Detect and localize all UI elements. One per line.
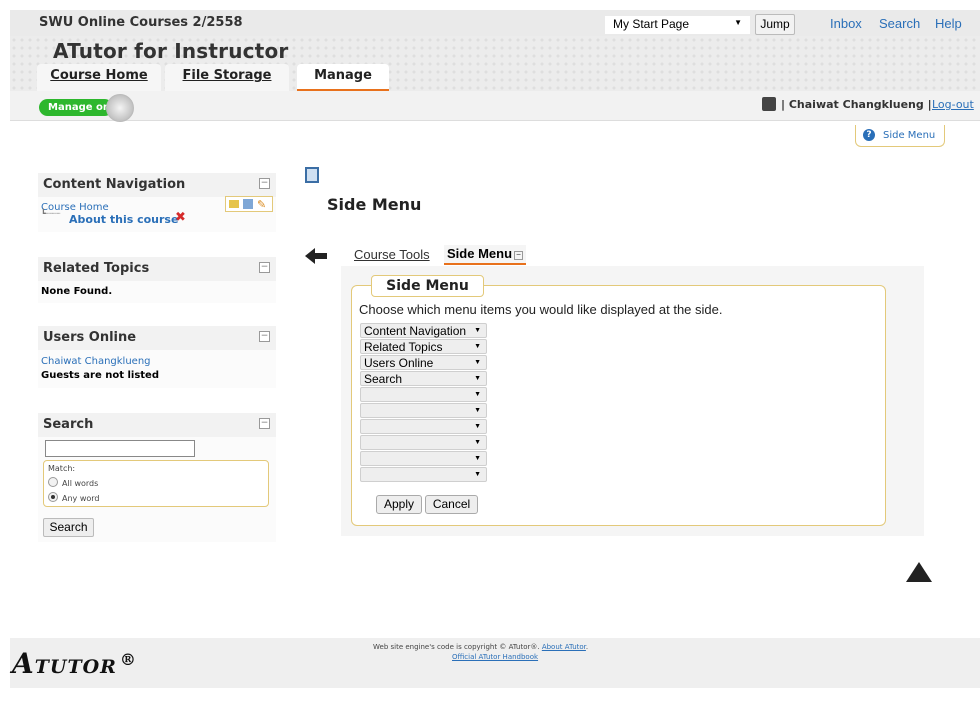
chevron-down-icon: ▼ bbox=[474, 455, 481, 462]
match-fieldset: Match: All words Any word bbox=[43, 460, 269, 507]
footer-copyright: Web site engine's code is copyright © AT… bbox=[373, 643, 589, 651]
minimize-icon[interactable]: − bbox=[514, 251, 524, 260]
minimize-icon[interactable]: − bbox=[259, 331, 270, 342]
chevron-down-icon: ▼ bbox=[474, 375, 481, 382]
side-menu-tab-label: Side Menu bbox=[883, 130, 936, 141]
search-title: Search bbox=[43, 417, 94, 432]
match-label: Match: bbox=[48, 464, 76, 473]
manage-toggle[interactable]: Manage on bbox=[39, 99, 113, 116]
side-menu-select-5[interactable]: ▼ bbox=[360, 387, 487, 402]
tab-course-tools[interactable]: Course Tools bbox=[354, 247, 430, 262]
preferences-icon[interactable] bbox=[762, 97, 776, 111]
tab-course-home[interactable]: Course Home bbox=[37, 64, 161, 91]
tab-side-menu-label: Side Menu bbox=[447, 246, 513, 261]
side-menu-select-3[interactable]: Users Online ▼ bbox=[360, 355, 487, 370]
chevron-down-icon: ▼ bbox=[474, 439, 481, 446]
atutor-logo: ATUTOR ® bbox=[12, 647, 137, 680]
side-menu-select-10[interactable]: ▼ bbox=[360, 467, 487, 482]
related-topics-title: Related Topics bbox=[43, 261, 150, 276]
handbook-link[interactable]: Official ATutor Handbook bbox=[452, 653, 538, 661]
content-edit-toolbar: ✎ bbox=[225, 196, 273, 212]
about-atutor-link[interactable]: About ATutor bbox=[542, 643, 586, 651]
apply-button[interactable]: Apply bbox=[376, 495, 422, 514]
jump-button[interactable]: Jump bbox=[755, 14, 795, 35]
side-menu-tab[interactable]: ? Side Menu bbox=[855, 125, 945, 147]
chevron-down-icon: ▼ bbox=[474, 471, 481, 478]
content-item-link[interactable]: About this course bbox=[69, 213, 178, 226]
chevron-down-icon: ▼ bbox=[474, 423, 481, 430]
manage-toggle-knob[interactable] bbox=[106, 94, 134, 122]
guests-note: Guests are not listed bbox=[41, 370, 159, 381]
side-menu-select-6[interactable]: ▼ bbox=[360, 403, 487, 418]
radio-dot bbox=[51, 495, 55, 499]
delete-icon[interactable]: ✖ bbox=[175, 210, 186, 225]
tab-file-storage[interactable]: File Storage bbox=[165, 64, 289, 91]
any-word-radio[interactable] bbox=[48, 492, 58, 502]
related-topics-empty: None Found. bbox=[41, 286, 113, 297]
folder-icon[interactable] bbox=[229, 200, 239, 208]
tree-connector: ┗┈┈┈ bbox=[41, 209, 61, 218]
pencil-icon[interactable]: ✎ bbox=[257, 198, 266, 211]
chevron-down-icon: ▼ bbox=[474, 327, 481, 334]
site-title[interactable]: SWU Online Courses 2/2558 bbox=[39, 15, 243, 30]
fieldset-legend: Side Menu bbox=[371, 275, 484, 297]
all-words-label: All words bbox=[62, 479, 99, 488]
content-navigation-header: Content Navigation − bbox=[38, 173, 276, 197]
instructions-text: Choose which menu items you would like d… bbox=[359, 302, 723, 317]
back-arrow-icon[interactable] bbox=[305, 248, 327, 264]
related-topics-body: None Found. bbox=[38, 281, 276, 303]
logout-link[interactable]: Log-out bbox=[932, 98, 974, 111]
side-menu-select-4[interactable]: Search ▼ bbox=[360, 371, 487, 386]
chevron-down-icon: ▼ bbox=[474, 359, 481, 366]
tab-side-menu[interactable]: Side Menu − bbox=[444, 245, 527, 265]
tab-manage[interactable]: Manage bbox=[297, 64, 389, 91]
minimize-icon[interactable]: − bbox=[259, 418, 270, 429]
users-online-header: Users Online − bbox=[38, 326, 276, 350]
page-add-icon[interactable] bbox=[243, 199, 253, 209]
chevron-down-icon: ▼ bbox=[734, 18, 742, 27]
search-input[interactable] bbox=[45, 440, 195, 457]
online-user-link[interactable]: Chaiwat Changklueng bbox=[41, 356, 151, 367]
help-link[interactable]: Help bbox=[935, 16, 962, 31]
user-name: | Chaiwat Changklueng | bbox=[781, 98, 932, 111]
side-menu-select-8[interactable]: ▼ bbox=[360, 435, 487, 450]
search-link[interactable]: Search bbox=[879, 16, 920, 31]
jump-select-value: My Start Page bbox=[613, 17, 690, 31]
cancel-button[interactable]: Cancel bbox=[425, 495, 478, 514]
side-menu-select-7[interactable]: ▼ bbox=[360, 419, 487, 434]
page-icon bbox=[305, 167, 319, 183]
minimize-icon[interactable]: − bbox=[259, 178, 270, 189]
search-header: Search − bbox=[38, 413, 276, 437]
users-online-title: Users Online bbox=[43, 330, 137, 345]
chevron-down-icon: ▼ bbox=[474, 391, 481, 398]
chevron-down-icon: ▼ bbox=[474, 343, 481, 350]
inbox-link[interactable]: Inbox bbox=[830, 16, 862, 31]
jump-select[interactable]: My Start Page ▼ bbox=[605, 16, 750, 34]
course-title: ATutor for Instructor bbox=[53, 39, 289, 63]
side-menu-select-9[interactable]: ▼ bbox=[360, 451, 487, 466]
related-topics-header: Related Topics − bbox=[38, 257, 276, 281]
scroll-top-icon[interactable] bbox=[906, 562, 932, 582]
any-word-label: Any word bbox=[62, 494, 100, 503]
chevron-down-icon: ▼ bbox=[474, 407, 481, 414]
side-menu-select-2[interactable]: Related Topics ▼ bbox=[360, 339, 487, 354]
search-button[interactable]: Search bbox=[43, 518, 94, 537]
side-menu-select-1[interactable]: Content Navigation ▼ bbox=[360, 323, 487, 338]
content-navigation-title: Content Navigation bbox=[43, 177, 186, 192]
help-icon: ? bbox=[863, 129, 875, 141]
page-title: Side Menu bbox=[327, 195, 422, 214]
all-words-radio[interactable] bbox=[48, 477, 58, 487]
users-online-body: Chaiwat Changklueng Guests are not liste… bbox=[38, 350, 276, 388]
minimize-icon[interactable]: − bbox=[259, 262, 270, 273]
